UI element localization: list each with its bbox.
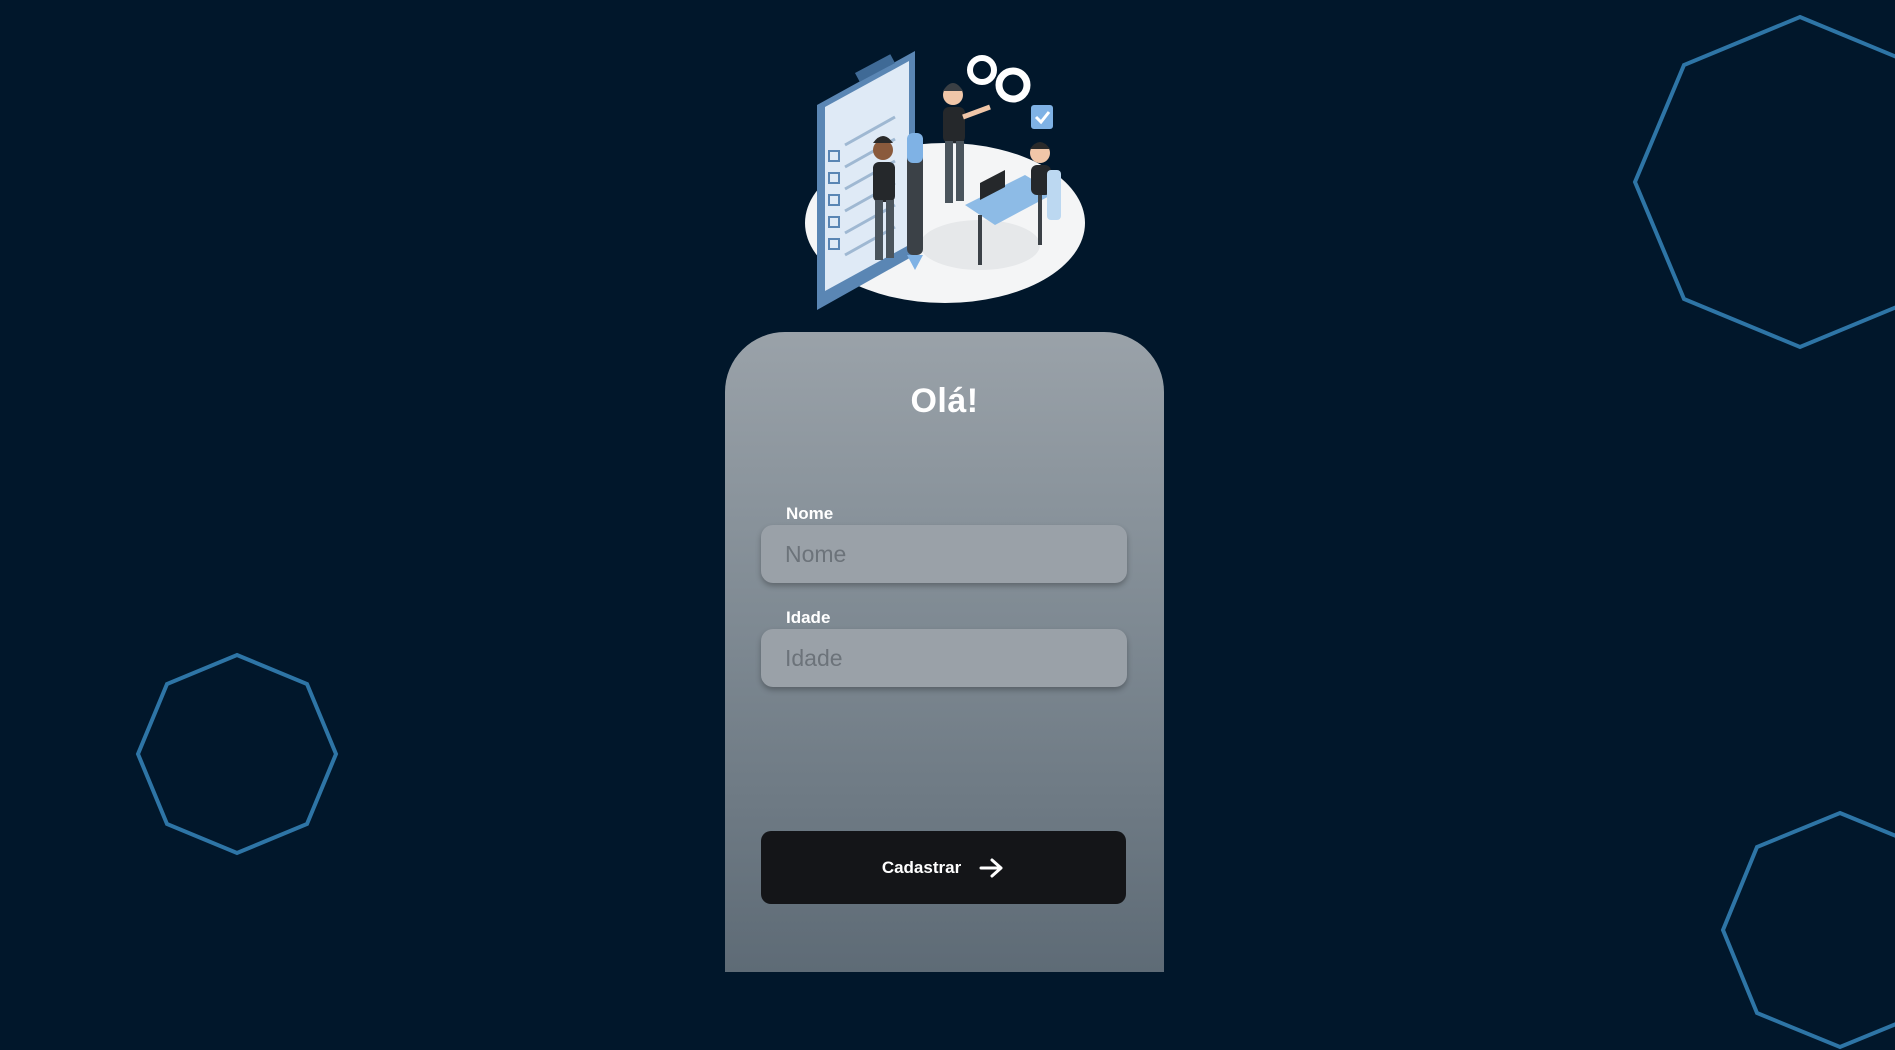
octagon-decoration-bottom-right bbox=[1720, 810, 1895, 1050]
arrow-right-icon bbox=[979, 858, 1003, 877]
signup-card: Olá! Nome Idade Cadastrar bbox=[725, 332, 1164, 972]
name-field-label: Nome bbox=[786, 504, 834, 523]
octagon-decoration-top-right bbox=[1632, 14, 1895, 350]
cadastrar-button-label: Cadastrar bbox=[881, 857, 962, 877]
team-planning-illustration bbox=[805, 51, 1085, 310]
cadastrar-button[interactable]: Cadastrar bbox=[761, 831, 1126, 904]
octagon-decoration-bottom-left bbox=[135, 652, 339, 856]
card-title: Olá! bbox=[910, 382, 979, 420]
age-input[interactable] bbox=[761, 629, 1127, 687]
age-field-label: Idade bbox=[786, 608, 831, 627]
name-input[interactable] bbox=[761, 525, 1127, 583]
